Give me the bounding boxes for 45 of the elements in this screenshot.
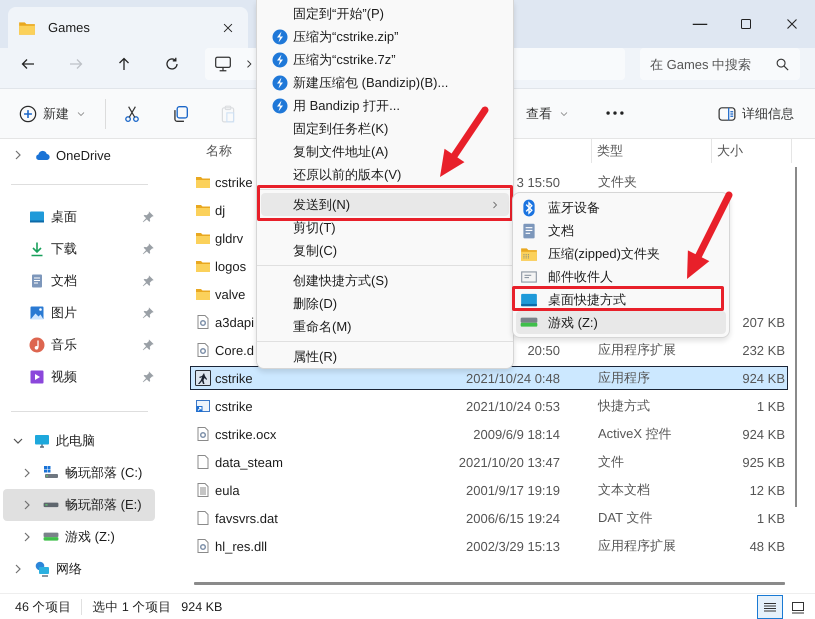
- modified-date: 2006/6/15 19:24: [466, 510, 560, 526]
- modified-date: 2021/10/20 13:47: [458, 454, 560, 470]
- file-size: 207 KB: [742, 314, 785, 330]
- file-size: 1 KB: [756, 510, 785, 526]
- file-type: 文件夹: [598, 173, 637, 191]
- status-text: 选中 1 个项目: [92, 598, 172, 616]
- file-name: data_steam: [215, 454, 283, 470]
- modified-date: 20:50: [527, 342, 560, 358]
- file-name: favsvrs.dat: [215, 510, 278, 526]
- file-size: 232 KB: [742, 342, 785, 358]
- file-name: Core.d: [215, 342, 254, 358]
- file-type: 应用程序扩展: [598, 537, 676, 555]
- modified-date: 2009/6/9 18:14: [473, 426, 560, 442]
- modified-date: 3 15:50: [516, 174, 560, 190]
- file-type: 文件: [598, 453, 624, 471]
- file-type: 快捷方式: [598, 397, 650, 415]
- tab-title: Games: [48, 20, 91, 35]
- file-type: 应用程序扩展: [598, 341, 676, 359]
- file-size: 925 KB: [742, 454, 785, 470]
- file-name: gldrv: [215, 230, 244, 246]
- file-name: cstrike: [215, 174, 253, 190]
- file-name: hl_res.dll: [215, 538, 268, 554]
- file-name: dj: [215, 202, 226, 218]
- file-name: cstrike: [215, 398, 253, 414]
- file-name: cstrike: [215, 370, 253, 386]
- status-text: 924 KB: [181, 600, 222, 614]
- modified-date: 2001/9/17 19:19: [466, 482, 560, 498]
- file-size: 924 KB: [742, 426, 785, 442]
- file-name: valve: [215, 286, 246, 302]
- file-size: 1 KB: [756, 398, 785, 414]
- file-name: cstrike.ocx: [215, 426, 276, 442]
- file-size: 48 KB: [750, 538, 785, 554]
- file-size: 924 KB: [742, 370, 785, 386]
- file-type: 应用程序: [598, 369, 650, 387]
- file-name: a3dapi: [215, 314, 254, 330]
- status-text: 46 个项目: [15, 598, 72, 616]
- modified-date: 2002/3/29 15:13: [466, 538, 560, 554]
- file-type: ActiveX 控件: [598, 425, 672, 443]
- modified-date: 2021/10/24 0:53: [466, 398, 560, 414]
- file-name: logos: [215, 258, 246, 274]
- file-type: DAT 文件: [598, 509, 652, 527]
- file-name: eula: [215, 482, 240, 498]
- file-size: 12 KB: [750, 482, 785, 498]
- file-type: 文本文档: [598, 481, 650, 499]
- modified-date: 2021/10/24 0:48: [466, 370, 560, 386]
